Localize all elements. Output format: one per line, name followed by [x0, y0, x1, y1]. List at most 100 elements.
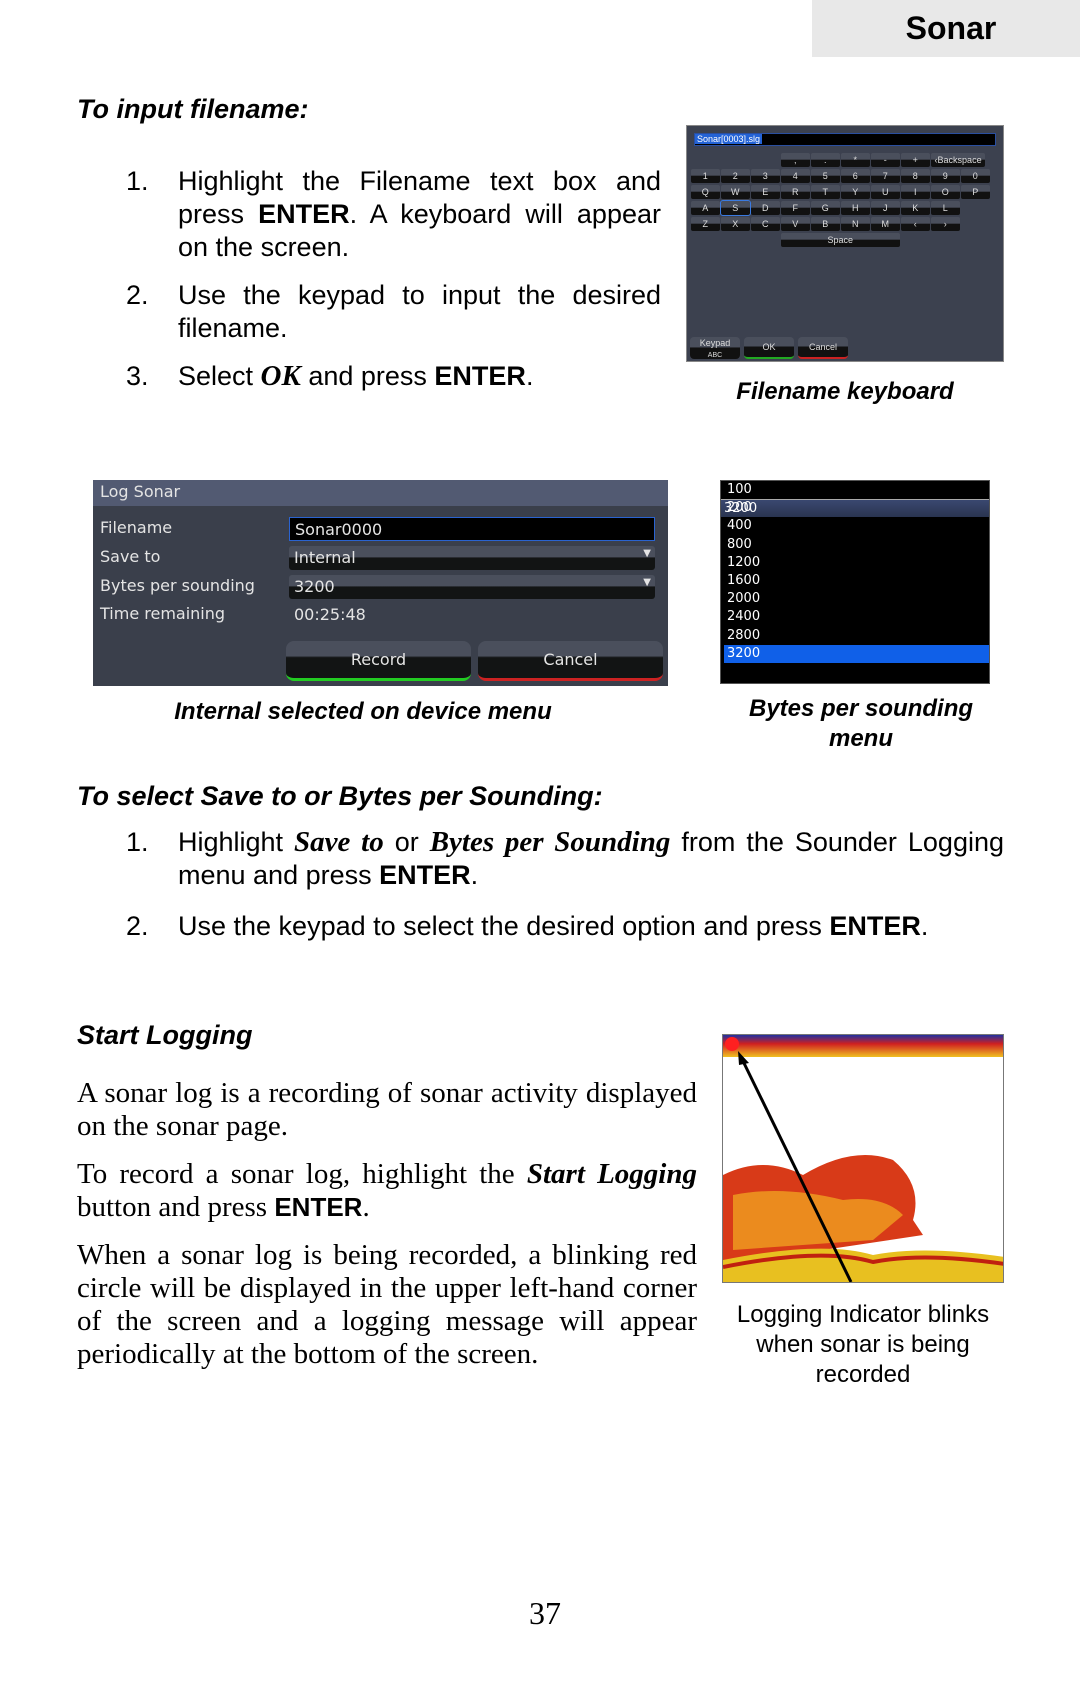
step-2: 2. Use the keypad to input the desired fi… [126, 279, 661, 345]
filename-input[interactable]: Sonar0000 [289, 517, 655, 541]
key-7[interactable]: 7 [871, 169, 900, 183]
key-U[interactable]: U [871, 185, 900, 199]
heading-select-save: To select Save to or Bytes per Sounding: [77, 781, 603, 811]
ok-button[interactable]: OK [744, 337, 794, 359]
menu-option[interactable]: 800 [724, 536, 989, 554]
menu-option[interactable]: 400 [724, 517, 989, 535]
key-Space[interactable]: Space [781, 233, 900, 247]
key-K[interactable]: K [901, 201, 930, 215]
logging-indicator-icon [725, 1037, 739, 1051]
step-text: . [920, 911, 929, 941]
key-[interactable]: › [931, 217, 960, 231]
menu-option[interactable]: 100 [724, 481, 989, 499]
key-E[interactable]: E [751, 185, 780, 199]
key-L[interactable]: L [931, 201, 960, 215]
key-[interactable]: * [841, 153, 870, 167]
key-H[interactable]: H [841, 201, 870, 215]
step-text: and press [300, 361, 435, 391]
menu-option[interactable]: 2800 [724, 627, 989, 645]
key-[interactable]: , [781, 153, 810, 167]
bytes-select[interactable]: 3200 ▼ [289, 575, 655, 599]
caption-line: when sonar is being [756, 1331, 970, 1358]
key-5[interactable]: 5 [811, 169, 840, 183]
key-R[interactable]: R [781, 185, 810, 199]
key-F[interactable]: F [781, 201, 810, 215]
text: To record a sonar log, highlight the [77, 1158, 527, 1190]
key-3[interactable]: 3 [751, 169, 780, 183]
key-G[interactable]: G [811, 201, 840, 215]
step-number: 1. [126, 827, 149, 857]
keypad-label: Keypad [699, 338, 731, 348]
key-T[interactable]: T [811, 185, 840, 199]
key-Q[interactable]: Q [691, 185, 720, 199]
bytes-label: Bytes per sounding [100, 576, 255, 595]
menu-option[interactable]: 2400 [724, 608, 989, 626]
current-value-text: 3200 [724, 501, 758, 517]
key-P[interactable]: P [961, 185, 990, 199]
key-M[interactable]: M [871, 217, 900, 231]
sonar-image [723, 1035, 1003, 1282]
current-value[interactable]: 3200 [721, 499, 989, 518]
key-I[interactable]: I [901, 185, 930, 199]
key-6[interactable]: 6 [841, 169, 870, 183]
key: ENTER [274, 1192, 363, 1222]
caption-bytes-menu: Bytes per sounding menu [720, 694, 1002, 754]
menu-option[interactable]: 3200 [724, 644, 989, 663]
time-label: Time remaining [100, 604, 226, 623]
step-text: Select [178, 361, 261, 391]
key-Z[interactable]: Z [691, 217, 720, 231]
filename-field[interactable]: Sonar[0003].slg [694, 133, 996, 146]
step-text: or [383, 827, 430, 857]
cancel-button[interactable]: Cancel [798, 337, 848, 359]
key-2[interactable]: 2 [721, 169, 750, 183]
section-header: Sonar [812, 0, 1080, 57]
page-number: 37 [529, 1595, 561, 1631]
save-to-value: Internal [294, 548, 356, 567]
key-C[interactable]: C [751, 217, 780, 231]
step-text: Highlight [178, 827, 295, 857]
caption-logging-indicator: Logging Indicator blinks when sonar is b… [722, 1300, 1004, 1390]
save-to-select[interactable]: Internal ▼ [289, 546, 655, 570]
key-D[interactable]: D [751, 201, 780, 215]
key-A[interactable]: A [691, 201, 720, 215]
bytes-per-sounding-menu: 100200400800120016002000240028003200 320… [720, 480, 990, 684]
key-[interactable]: + [901, 153, 930, 167]
key-0[interactable]: 0 [961, 169, 990, 183]
key-S[interactable]: S [720, 200, 751, 216]
keypad-button[interactable]: Keypad ABC [690, 337, 740, 359]
heading-input-filename: To input filename: [77, 94, 309, 124]
filename-value: Sonar[0003].slg [695, 134, 763, 144]
key-V[interactable]: V [781, 217, 810, 231]
time-value: 00:25:48 [294, 605, 366, 624]
key-N[interactable]: N [841, 217, 870, 231]
step-term: Bytes per Sounding [429, 826, 671, 858]
key-Y[interactable]: Y [841, 185, 870, 199]
key-[interactable]: ‹ [901, 217, 930, 231]
step-key: ENTER [379, 860, 471, 890]
key-W[interactable]: W [721, 185, 750, 199]
menu-option[interactable]: 1600 [724, 572, 989, 590]
key-J[interactable]: J [871, 201, 900, 215]
key-4[interactable]: 4 [781, 169, 810, 183]
paragraph: To record a sonar log, highlight the Sta… [77, 1158, 697, 1224]
key-1[interactable]: 1 [691, 169, 720, 183]
key-8[interactable]: 8 [901, 169, 930, 183]
step-number: 1. [126, 166, 149, 196]
key-O[interactable]: O [931, 185, 960, 199]
key-B[interactable]: B [811, 217, 840, 231]
step-1: 1. Highlight Save to or Bytes per Soundin… [126, 826, 1004, 892]
key-[interactable]: - [871, 153, 900, 167]
key-9[interactable]: 9 [931, 169, 960, 183]
menu-option[interactable]: 1200 [724, 554, 989, 572]
key-[interactable]: . [811, 153, 840, 167]
caption-line: Logging Indicator blinks [736, 1301, 990, 1328]
filename-keyboard-figure: Sonar[0003].slg ,. * - + ‹Backspace 1 2 3 4 5 6 7 8 9… [686, 125, 1004, 362]
menu-option[interactable]: 2000 [724, 590, 989, 608]
surface-clutter [723, 1035, 1003, 1057]
key-X[interactable]: X [721, 217, 750, 231]
record-button[interactable]: Record [286, 641, 471, 681]
key-Backspace[interactable]: ‹Backspace [931, 153, 986, 167]
cancel-button[interactable]: Cancel [478, 641, 663, 681]
step-key: ENTER [829, 911, 921, 941]
start-logging-text: A sonar log is a recording of sonar acti… [77, 1077, 697, 1371]
